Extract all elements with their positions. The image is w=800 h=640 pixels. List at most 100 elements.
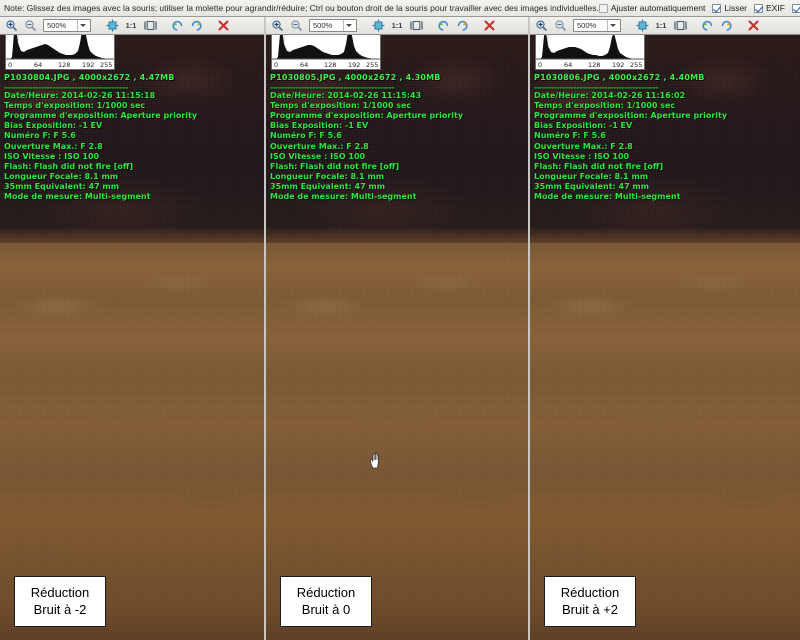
exif-line-metering-mode-2: Mode de mesure: Multi-segment	[270, 192, 417, 202]
checkbox-lisser[interactable]: Lisser	[712, 3, 747, 13]
chevron-down-icon[interactable]	[343, 20, 354, 31]
rotate-left-icon[interactable]	[435, 18, 451, 33]
actual-size-label: 1:1	[391, 21, 403, 30]
exif-line-35mm-equiv-1: 35mm Equivalent: 47 mm	[4, 181, 120, 191]
histogram-tick-0: 0	[8, 61, 12, 69]
exif-line-metering-mode-1: Mode de mesure: Multi-segment	[4, 192, 151, 202]
exif-line-focal-length-2: Longueur Focale: 8.1 mm	[270, 171, 385, 181]
exif-info-2: P1030805.JPG , 4000x2672 , 4.30MB ------…	[270, 73, 463, 202]
exif-line-max-aperture-3: Ouverture Max.: F 2.8	[534, 141, 633, 151]
actual-size-button[interactable]: 1:1	[653, 18, 669, 33]
usage-note-text: Note: Glissez des images avec la souris;…	[4, 2, 599, 13]
exif-line-flash-3: Flash: Flash did not fire [off]	[534, 161, 664, 171]
exif-line-exposure-bias-3: Bias Exposition: -1 EV	[534, 121, 633, 131]
histogram-tick-255: 255	[366, 61, 378, 69]
histogram-tick-64: 64	[300, 61, 308, 69]
close-x-icon[interactable]	[215, 18, 231, 33]
topbar-options: Ajuster automatiquement Lisser EXIF Hist…	[598, 2, 800, 15]
image-panel-3[interactable]: 500% 1:1 0 64 128 192 255 P1030806.JPG ,…	[528, 17, 800, 640]
exif-line-exposure-program-3: Programme d'exposition: Aperture priorit…	[534, 111, 728, 121]
histogram-tick-0: 0	[538, 61, 542, 69]
exif-line-max-aperture-1: Ouverture Max.: F 2.8	[4, 141, 103, 151]
checkbox-box-ajuster[interactable]	[598, 3, 608, 13]
exif-line-date-3: Date/Heure: 2014-02-26 11:16:02	[534, 91, 686, 101]
caption-line2-3: Bruit à +2	[561, 602, 618, 617]
close-x-icon[interactable]	[745, 18, 761, 33]
caption-line1-3: Réduction	[560, 585, 620, 600]
exif-rule-3: ----------------------------------------…	[534, 83, 659, 92]
exif-rule-1: ----------------------------------------…	[4, 83, 129, 92]
checkbox-ajuster-automatiquement[interactable]: Ajuster automatiquement	[598, 3, 705, 13]
panel-toolbar-1[interactable]: 500% 1:1	[0, 17, 264, 35]
fit-to-window-icon[interactable]	[104, 18, 120, 33]
zoom-in-icon[interactable]	[269, 18, 285, 33]
panel-toolbar-3[interactable]: 500% 1:1	[530, 17, 800, 35]
zoom-level-value: 500%	[577, 21, 597, 30]
chevron-down-icon[interactable]	[77, 20, 88, 31]
checkbox-exif[interactable]: EXIF	[754, 3, 785, 13]
exif-line-exposure-time-3: Temps d'exposition: 1/1000 sec	[534, 101, 676, 111]
fit-to-window-icon[interactable]	[634, 18, 650, 33]
histogram-tick-128: 128	[588, 61, 600, 69]
actual-size-button[interactable]: 1:1	[123, 18, 139, 33]
zoom-out-icon[interactable]	[552, 18, 568, 33]
zoom-in-icon[interactable]	[3, 18, 19, 33]
exif-line-exposure-time-1: Temps d'exposition: 1/1000 sec	[4, 101, 146, 111]
zoom-level-dropdown[interactable]: 500%	[309, 19, 357, 32]
zoom-level-dropdown[interactable]: 500%	[573, 19, 621, 32]
zoom-level-value: 500%	[313, 21, 333, 30]
zoom-level-value: 500%	[47, 21, 67, 30]
rotate-left-icon[interactable]	[169, 18, 185, 33]
fit-to-window-icon[interactable]	[370, 18, 386, 33]
caption-box-3: Réduction Bruit à +2	[544, 576, 636, 627]
caption-box-2: Réduction Bruit à 0	[280, 576, 372, 627]
caption-line1-1: Réduction	[30, 585, 90, 600]
exif-line-iso-1: ISO Vitesse : ISO 100	[4, 151, 100, 161]
exif-header-3: P1030806.JPG , 4000x2672 , 4.40MB	[534, 73, 705, 82]
rotate-right-icon[interactable]	[188, 18, 204, 33]
exif-line-focal-length-1: Longueur Focale: 8.1 mm	[4, 171, 119, 181]
rotate-right-icon[interactable]	[454, 18, 470, 33]
exif-line-metering-mode-3: Mode de mesure: Multi-segment	[534, 192, 681, 202]
exif-header-1: P1030804.JPG , 4000x2672 , 4.47MB	[4, 73, 175, 82]
zoom-in-icon[interactable]	[533, 18, 549, 33]
checkbox-label-exif: EXIF	[766, 3, 785, 13]
checkbox-box-lisser[interactable]	[712, 3, 722, 13]
exif-line-iso-3: ISO Vitesse : ISO 100	[534, 151, 630, 161]
exif-line-exposure-time-2: Temps d'exposition: 1/1000 sec	[270, 101, 412, 111]
zoom-level-dropdown[interactable]: 500%	[43, 19, 91, 32]
exif-line-iso-2: ISO Vitesse : ISO 100	[270, 151, 366, 161]
image-comparison-area: 500% 1:1 0 64 128 192 255 P1030804.JPG ,…	[0, 17, 800, 640]
checkbox-box-historique[interactable]	[791, 3, 800, 13]
image-panel-2[interactable]: 500% 1:1 0 64 128 192 255 P1030805.JPG ,…	[264, 17, 528, 640]
exif-line-fnumber-1: Numéro F: F 5.6	[4, 131, 76, 141]
image-panel-1[interactable]: 500% 1:1 0 64 128 192 255 P1030804.JPG ,…	[0, 17, 264, 640]
zoom-out-icon[interactable]	[22, 18, 38, 33]
fit-width-icon[interactable]	[672, 18, 688, 33]
exif-info-3: P1030806.JPG , 4000x2672 , 4.40MB ------…	[534, 73, 727, 202]
exif-line-exposure-program-1: Programme d'exposition: Aperture priorit…	[4, 111, 198, 121]
chevron-down-icon[interactable]	[607, 20, 618, 31]
checkbox-box-exif[interactable]	[754, 3, 764, 13]
close-x-icon[interactable]	[481, 18, 497, 33]
exif-rule-2: ----------------------------------------…	[270, 83, 395, 92]
fit-width-icon[interactable]	[142, 18, 158, 33]
exif-line-date-1: Date/Heure: 2014-02-26 11:15:18	[4, 91, 156, 101]
rotate-right-icon[interactable]	[718, 18, 734, 33]
exif-line-35mm-equiv-2: 35mm Equivalent: 47 mm	[270, 181, 386, 191]
rotate-left-icon[interactable]	[699, 18, 715, 33]
actual-size-label: 1:1	[125, 21, 137, 30]
exif-line-flash-2: Flash: Flash did not fire [off]	[270, 161, 400, 171]
histogram-tick-192: 192	[348, 61, 360, 69]
actual-size-label: 1:1	[655, 21, 667, 30]
checkbox-historique[interactable]: Historique	[791, 3, 800, 13]
panel-toolbar-2[interactable]: 500% 1:1	[266, 17, 528, 35]
caption-box-1: Réduction Bruit à -2	[14, 576, 106, 627]
zoom-out-icon[interactable]	[288, 18, 304, 33]
exif-line-exposure-bias-2: Bias Exposition: -1 EV	[270, 121, 369, 131]
checkbox-label-lisser: Lisser	[724, 3, 748, 13]
exif-info-1: P1030804.JPG , 4000x2672 , 4.47MB ------…	[4, 73, 197, 202]
actual-size-button[interactable]: 1:1	[389, 18, 405, 33]
fit-width-icon[interactable]	[408, 18, 424, 33]
caption-line2-2: Bruit à 0	[301, 602, 351, 617]
